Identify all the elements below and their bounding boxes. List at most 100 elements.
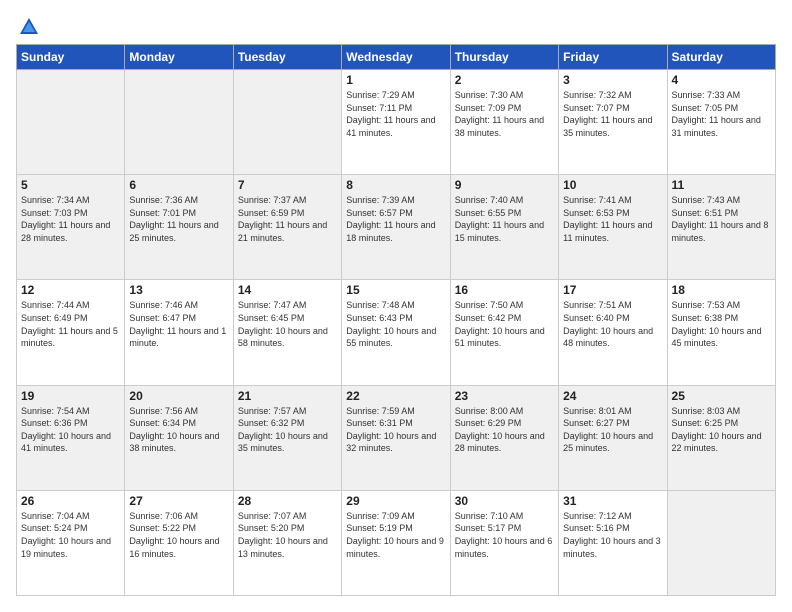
day-number: 28 (238, 494, 337, 508)
day-number: 11 (672, 178, 771, 192)
calendar-cell: 19Sunrise: 7:54 AM Sunset: 6:36 PM Dayli… (17, 385, 125, 490)
day-number: 21 (238, 389, 337, 403)
calendar-cell: 21 Sunrise: 7:57 AM Sunset: 6:32 PM Dayli… (233, 385, 341, 490)
calendar-cell (17, 70, 125, 175)
calendar-header-row: SundayMondayTuesdayWednesdayThursdayFrid… (17, 45, 776, 70)
day-number: 17 (563, 283, 662, 297)
day-number: 26 (21, 494, 120, 508)
calendar-cell: 20 Sunrise: 7:56 AM Sunset: 6:34 PM Dayli… (125, 385, 233, 490)
weekday-header: Sunday (17, 45, 125, 70)
calendar-cell: 6Sunrise: 7:36 AM Sunset: 7:01 PM Daylig… (125, 175, 233, 280)
day-info: Sunrise: 7:47 AM Sunset: 6:45 PM Dayligh… (238, 299, 337, 349)
day-info: Sunrise: 7:56 AM Sunset: 6:34 PM Dayligh… (129, 405, 228, 455)
day-info: Sunrise: 7:50 AM Sunset: 6:42 PM Dayligh… (455, 299, 554, 349)
calendar-cell (667, 490, 775, 595)
day-info: Sunrise: 7:46 AM Sunset: 6:47 PM Dayligh… (129, 299, 228, 349)
calendar-cell: 23 Sunrise: 8:00 AM Sunset: 6:29 PM Dayli… (450, 385, 558, 490)
calendar-cell: 18 Sunrise: 7:53 AM Sunset: 6:38 PM Dayli… (667, 280, 775, 385)
day-info: Sunrise: 7:54 AM Sunset: 6:36 PM Dayligh… (21, 405, 120, 455)
calendar-cell: 24 Sunrise: 8:01 AM Sunset: 6:27 PM Dayli… (559, 385, 667, 490)
calendar-cell: 3 Sunrise: 7:32 AM Sunset: 7:07 PM Daylig… (559, 70, 667, 175)
day-number: 25 (672, 389, 771, 403)
day-info: Sunrise: 7:59 AM Sunset: 6:31 PM Dayligh… (346, 405, 445, 455)
calendar-cell: 31Sunrise: 7:12 AM Sunset: 5:16 PM Dayli… (559, 490, 667, 595)
day-info: Sunrise: 7:04 AM Sunset: 5:24 PM Dayligh… (21, 510, 120, 560)
day-info: Sunrise: 7:41 AM Sunset: 6:53 PM Dayligh… (563, 194, 662, 244)
day-info: Sunrise: 7:51 AM Sunset: 6:40 PM Dayligh… (563, 299, 662, 349)
calendar-week-row: 1 Sunrise: 7:29 AM Sunset: 7:11 PM Daylig… (17, 70, 776, 175)
calendar-cell: 26 Sunrise: 7:04 AM Sunset: 5:24 PM Dayli… (17, 490, 125, 595)
calendar-cell: 30Sunrise: 7:10 AM Sunset: 5:17 PM Dayli… (450, 490, 558, 595)
day-number: 23 (455, 389, 554, 403)
weekday-header: Tuesday (233, 45, 341, 70)
calendar-cell: 17 Sunrise: 7:51 AM Sunset: 6:40 PM Dayli… (559, 280, 667, 385)
day-number: 4 (672, 73, 771, 87)
day-number: 2 (455, 73, 554, 87)
day-number: 7 (238, 178, 337, 192)
day-number: 29 (346, 494, 445, 508)
day-info: Sunrise: 7:44 AM Sunset: 6:49 PM Dayligh… (21, 299, 120, 349)
calendar-cell: 13 Sunrise: 7:46 AM Sunset: 6:47 PM Dayli… (125, 280, 233, 385)
calendar-cell: 27 Sunrise: 7:06 AM Sunset: 5:22 PM Dayli… (125, 490, 233, 595)
day-number: 22 (346, 389, 445, 403)
calendar-week-row: 26 Sunrise: 7:04 AM Sunset: 5:24 PM Dayli… (17, 490, 776, 595)
calendar-cell: 14 Sunrise: 7:47 AM Sunset: 6:45 PM Dayli… (233, 280, 341, 385)
calendar-cell: 16 Sunrise: 7:50 AM Sunset: 6:42 PM Dayli… (450, 280, 558, 385)
day-number: 24 (563, 389, 662, 403)
weekday-header: Monday (125, 45, 233, 70)
calendar-cell: 15 Sunrise: 7:48 AM Sunset: 6:43 PM Dayli… (342, 280, 450, 385)
day-info: Sunrise: 7:12 AM Sunset: 5:16 PM Dayligh… (563, 510, 662, 560)
calendar-week-row: 5Sunrise: 7:34 AM Sunset: 7:03 PM Daylig… (17, 175, 776, 280)
day-info: Sunrise: 7:48 AM Sunset: 6:43 PM Dayligh… (346, 299, 445, 349)
calendar-cell: 5Sunrise: 7:34 AM Sunset: 7:03 PM Daylig… (17, 175, 125, 280)
day-info: Sunrise: 7:36 AM Sunset: 7:01 PM Dayligh… (129, 194, 228, 244)
day-info: Sunrise: 8:00 AM Sunset: 6:29 PM Dayligh… (455, 405, 554, 455)
calendar-cell: 11Sunrise: 7:43 AM Sunset: 6:51 PM Dayli… (667, 175, 775, 280)
day-number: 20 (129, 389, 228, 403)
day-number: 12 (21, 283, 120, 297)
calendar-cell (233, 70, 341, 175)
calendar-cell: 29Sunrise: 7:09 AM Sunset: 5:19 PM Dayli… (342, 490, 450, 595)
day-number: 27 (129, 494, 228, 508)
day-info: Sunrise: 7:07 AM Sunset: 5:20 PM Dayligh… (238, 510, 337, 560)
day-number: 8 (346, 178, 445, 192)
day-number: 3 (563, 73, 662, 87)
day-info: Sunrise: 7:37 AM Sunset: 6:59 PM Dayligh… (238, 194, 337, 244)
calendar-cell: 9Sunrise: 7:40 AM Sunset: 6:55 PM Daylig… (450, 175, 558, 280)
day-info: Sunrise: 7:10 AM Sunset: 5:17 PM Dayligh… (455, 510, 554, 560)
calendar: SundayMondayTuesdayWednesdayThursdayFrid… (16, 44, 776, 596)
day-info: Sunrise: 7:39 AM Sunset: 6:57 PM Dayligh… (346, 194, 445, 244)
day-info: Sunrise: 7:57 AM Sunset: 6:32 PM Dayligh… (238, 405, 337, 455)
logo (16, 16, 40, 34)
weekday-header: Thursday (450, 45, 558, 70)
logo-icon (18, 16, 40, 38)
day-number: 16 (455, 283, 554, 297)
weekday-header: Friday (559, 45, 667, 70)
calendar-cell: 7 Sunrise: 7:37 AM Sunset: 6:59 PM Daylig… (233, 175, 341, 280)
calendar-cell: 2Sunrise: 7:30 AM Sunset: 7:09 PM Daylig… (450, 70, 558, 175)
day-number: 9 (455, 178, 554, 192)
day-info: Sunrise: 7:34 AM Sunset: 7:03 PM Dayligh… (21, 194, 120, 244)
day-number: 13 (129, 283, 228, 297)
calendar-cell: 22 Sunrise: 7:59 AM Sunset: 6:31 PM Dayli… (342, 385, 450, 490)
calendar-cell: 8 Sunrise: 7:39 AM Sunset: 6:57 PM Daylig… (342, 175, 450, 280)
calendar-cell (125, 70, 233, 175)
day-info: Sunrise: 7:32 AM Sunset: 7:07 PM Dayligh… (563, 89, 662, 139)
calendar-cell: 4 Sunrise: 7:33 AM Sunset: 7:05 PM Daylig… (667, 70, 775, 175)
day-info: Sunrise: 7:06 AM Sunset: 5:22 PM Dayligh… (129, 510, 228, 560)
day-number: 15 (346, 283, 445, 297)
weekday-header: Wednesday (342, 45, 450, 70)
day-info: Sunrise: 7:53 AM Sunset: 6:38 PM Dayligh… (672, 299, 771, 349)
calendar-cell: 25 Sunrise: 8:03 AM Sunset: 6:25 PM Dayli… (667, 385, 775, 490)
day-number: 18 (672, 283, 771, 297)
calendar-cell: 12 Sunrise: 7:44 AM Sunset: 6:49 PM Dayli… (17, 280, 125, 385)
calendar-cell: 10 Sunrise: 7:41 AM Sunset: 6:53 PM Dayli… (559, 175, 667, 280)
day-number: 10 (563, 178, 662, 192)
calendar-cell: 28 Sunrise: 7:07 AM Sunset: 5:20 PM Dayli… (233, 490, 341, 595)
day-number: 1 (346, 73, 445, 87)
day-info: Sunrise: 8:03 AM Sunset: 6:25 PM Dayligh… (672, 405, 771, 455)
day-info: Sunrise: 8:01 AM Sunset: 6:27 PM Dayligh… (563, 405, 662, 455)
day-info: Sunrise: 7:29 AM Sunset: 7:11 PM Dayligh… (346, 89, 445, 139)
day-info: Sunrise: 7:33 AM Sunset: 7:05 PM Dayligh… (672, 89, 771, 139)
day-number: 14 (238, 283, 337, 297)
